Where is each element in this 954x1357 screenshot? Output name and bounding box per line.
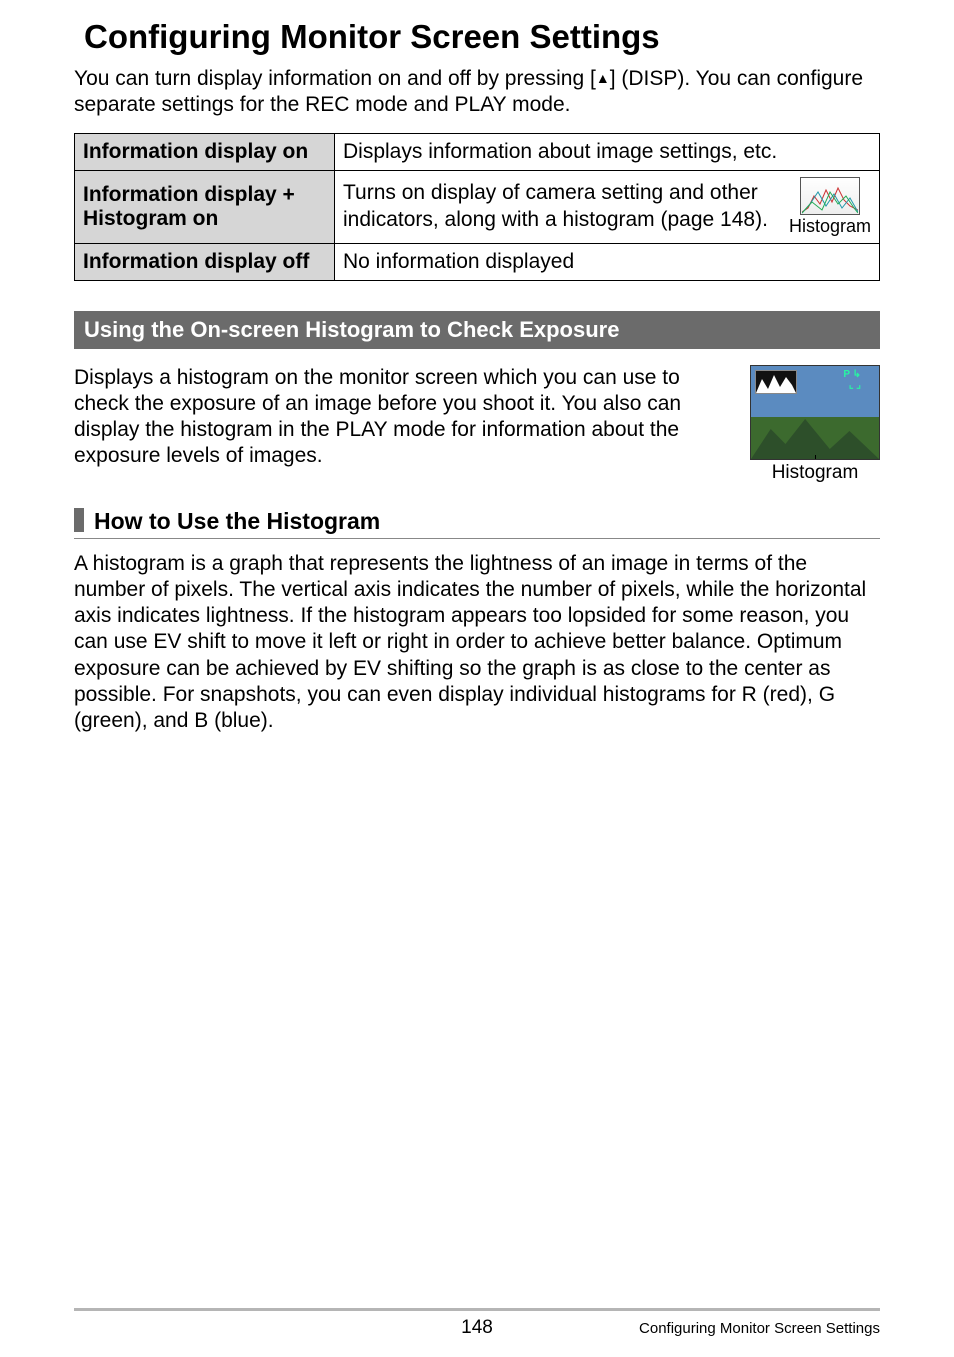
- preview-label: Histogram: [772, 462, 859, 484]
- section-heading: Using the On-screen Histogram to Check E…: [74, 311, 880, 349]
- intro-paragraph: You can turn display information on and …: [74, 66, 880, 119]
- row-label: Information display on: [75, 133, 335, 170]
- row-label: Information display off: [75, 243, 335, 280]
- table-row: Information display on Displays informat…: [75, 133, 880, 170]
- section2-body: A histogram is a graph that represents t…: [74, 551, 880, 735]
- page-footer: 148 Configuring Monitor Screen Settings: [0, 1308, 954, 1339]
- pointer-line-icon: [815, 455, 816, 460]
- table-row: Information display off No information d…: [75, 243, 880, 280]
- page: Configuring Monitor Screen Settings You …: [0, 0, 954, 1357]
- overlay-glyph-icon: ⌞ ⌟: [849, 380, 861, 391]
- page-title: Configuring Monitor Screen Settings: [74, 18, 880, 56]
- section1-body-row: Displays a histogram on the monitor scre…: [74, 365, 880, 484]
- row-desc: No information displayed: [335, 243, 880, 280]
- footer-rule: [74, 1308, 880, 1311]
- section1-body: Displays a histogram on the monitor scre…: [74, 365, 730, 470]
- histogram-thumb-label: Histogram: [789, 216, 871, 237]
- row-desc: Turns on display of camera setting and o…: [343, 180, 779, 233]
- row-label: Information display + Histogram on: [75, 170, 335, 243]
- footer-section-label: Configuring Monitor Screen Settings: [639, 1320, 880, 1337]
- page-number: 148: [461, 1317, 493, 1339]
- settings-table: Information display on Displays informat…: [74, 133, 880, 281]
- row-desc-cell: Turns on display of camera setting and o…: [335, 170, 880, 243]
- subsection-heading-row: How to Use the Histogram: [74, 508, 880, 539]
- histogram-icon: [800, 177, 860, 215]
- preview-image: P ↳ ⌞ ⌟: [750, 365, 880, 460]
- subsection-heading: How to Use the Histogram: [94, 508, 380, 535]
- overlay-glyph-icon: P ↳: [843, 369, 861, 380]
- row-desc: Displays information about image setting…: [335, 133, 880, 170]
- intro-text-a: You can turn display information on and …: [74, 67, 596, 90]
- histogram-thumb-wrap: Histogram: [789, 177, 871, 237]
- up-arrow-icon: ▲: [596, 70, 610, 88]
- table-row: Information display + Histogram on Turns…: [75, 170, 880, 243]
- histogram-mini-icon: [755, 370, 797, 394]
- preview-wrap: P ↳ ⌞ ⌟ Histogram: [750, 365, 880, 484]
- subhead-bar-icon: [74, 508, 84, 532]
